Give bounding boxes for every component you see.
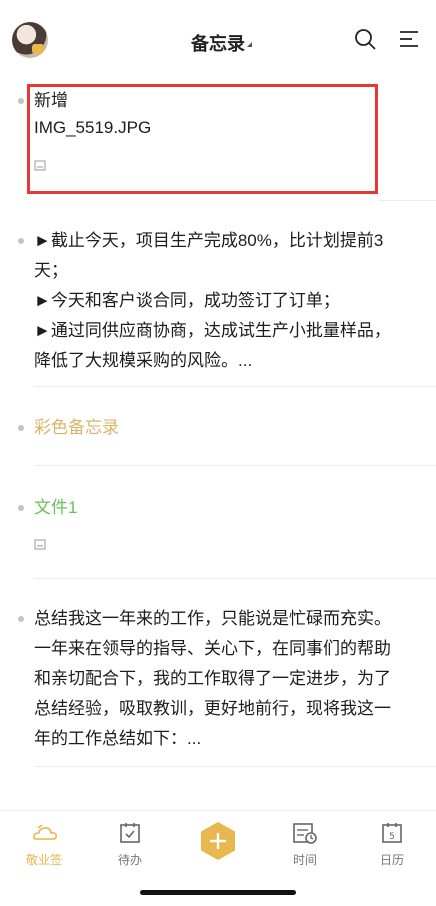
- divider: [378, 200, 436, 201]
- calendar-icon: 5: [382, 823, 402, 843]
- note-bullet: [18, 425, 24, 431]
- tab-todo[interactable]: 待办: [100, 821, 160, 867]
- timeline-icon: [293, 823, 317, 844]
- divider: [34, 766, 436, 767]
- note-title: 文件1: [34, 498, 78, 517]
- divider: [34, 465, 436, 466]
- attachment-icon: [34, 539, 46, 550]
- note-bullet: [18, 238, 24, 244]
- tab-jingyeqian[interactable]: 敬业签: [14, 821, 74, 867]
- cloud-icon: [33, 824, 57, 840]
- add-button[interactable]: [198, 821, 238, 861]
- search-icon[interactable]: [354, 28, 376, 50]
- note-title: 彩色备忘录: [34, 418, 119, 437]
- note-item[interactable]: ►截止今天，项目生产完成80%，比计划提前3天； ►今天和客户谈合同，成功签订了…: [0, 226, 436, 386]
- note-body: 总结我这一年来的工作，只能说是忙碌而充实。一年来在领导的指导、关心下，在同事们的…: [34, 609, 391, 748]
- note-bullet: [18, 505, 24, 511]
- tab-calendar[interactable]: 5 日历: [362, 821, 422, 867]
- note-item[interactable]: 彩色备忘录: [0, 413, 436, 463]
- tab-time[interactable]: 时间: [275, 821, 335, 867]
- divider: [34, 386, 436, 387]
- note-bullet: [18, 98, 24, 104]
- selection-highlight: [27, 84, 378, 194]
- note-body: ►截止今天，项目生产完成80%，比计划提前3天； ►今天和客户谈合同，成功签订了…: [34, 231, 391, 370]
- tab-label: 敬业签: [25, 853, 62, 867]
- tab-label: 日历: [379, 853, 404, 867]
- menu-icon[interactable]: [398, 28, 420, 50]
- checkbox-icon: [120, 823, 140, 843]
- divider: [34, 578, 436, 579]
- svg-text:5: 5: [389, 832, 395, 842]
- note-item[interactable]: 文件1: [0, 493, 436, 573]
- top-bar: 备忘录: [0, 0, 436, 80]
- title-dropdown-icon[interactable]: [247, 42, 252, 47]
- note-bullet: [18, 616, 24, 622]
- tab-label: 待办: [117, 853, 142, 867]
- tab-label: 时间: [292, 853, 317, 867]
- home-indicator: [140, 890, 296, 895]
- note-item[interactable]: 总结我这一年来的工作，只能说是忙碌而充实。一年来在领导的指导、关心下，在同事们的…: [0, 604, 436, 764]
